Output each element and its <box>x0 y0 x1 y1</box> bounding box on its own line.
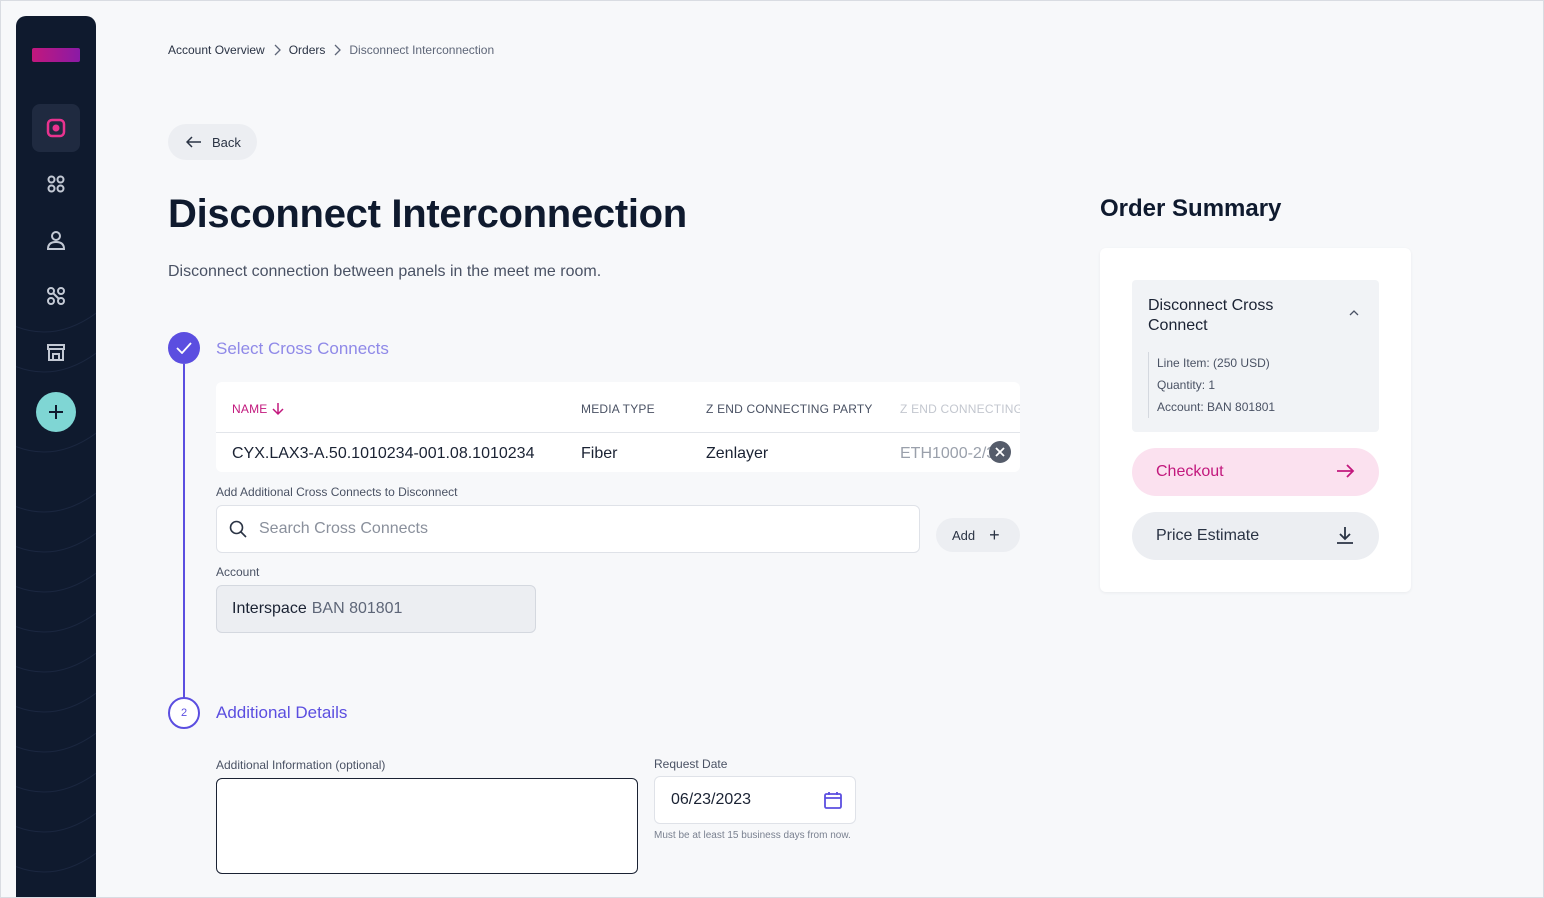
cell-z-party: Zenlayer <box>706 445 769 462</box>
checkout-button[interactable]: Checkout <box>1132 448 1379 496</box>
store-icon <box>47 344 65 361</box>
price-estimate-label: Price Estimate <box>1156 527 1260 544</box>
step-2-label[interactable]: Additional Details <box>216 703 347 723</box>
plus-icon: + <box>989 525 1000 545</box>
arrow-left-icon <box>186 136 201 148</box>
breadcrumb-orders[interactable]: Orders <box>289 43 326 57</box>
chevron-right-icon <box>273 44 281 56</box>
page-title: Disconnect Interconnection <box>168 192 687 236</box>
request-date-field[interactable]: 06/23/2023 <box>654 776 856 824</box>
network-icon <box>47 287 65 305</box>
order-summary-card: Disconnect Cross Connect Line Item: (250… <box>1100 248 1411 592</box>
account-name: Interspace <box>232 600 307 617</box>
cell-name: CYX.LAX3-A.50.1010234-001.08.1010234 <box>232 445 535 462</box>
company-logo[interactable] <box>32 48 80 62</box>
arrow-right-icon <box>1337 464 1355 478</box>
calendar-icon[interactable] <box>823 790 843 810</box>
sidebar-item-users[interactable] <box>32 216 80 264</box>
column-header-z-port[interactable]: Z END CONNECTING <box>900 402 1020 416</box>
stepper-line <box>183 364 185 698</box>
add-button[interactable]: Add + <box>936 518 1020 552</box>
sidebar-item-network[interactable] <box>32 272 80 320</box>
breadcrumb-current: Disconnect Interconnection <box>349 43 495 57</box>
user-icon <box>46 231 66 250</box>
additional-info-textarea[interactable] <box>216 778 638 874</box>
remove-row-icon[interactable] <box>989 441 1011 463</box>
download-icon <box>1337 527 1353 544</box>
additional-info-label: Additional Information (optional) <box>216 758 386 772</box>
check-icon <box>176 342 192 354</box>
add-button-label: Add <box>952 527 976 543</box>
chevron-up-icon[interactable] <box>1349 310 1359 316</box>
request-date-label: Request Date <box>654 757 728 771</box>
column-header-name[interactable]: NAME <box>232 402 285 416</box>
cell-media-type: Fiber <box>581 445 618 462</box>
checkout-label: Checkout <box>1156 463 1224 480</box>
table-header: NAME MEDIA TYPE Z END CONNECTING PARTY Z… <box>216 382 1020 433</box>
summary-line-item: Disconnect Cross Connect Line Item: (250… <box>1132 280 1379 432</box>
orders-icon <box>46 118 66 138</box>
price-estimate-button[interactable]: Price Estimate <box>1132 512 1379 560</box>
breadcrumb: Account Overview Orders Disconnect Inter… <box>168 43 494 57</box>
column-header-z-party[interactable]: Z END CONNECTING PARTY <box>706 402 873 416</box>
order-summary-title: Order Summary <box>1100 195 1282 222</box>
account-field: Interspace BAN 801801 <box>216 585 536 633</box>
account-row: Account: BAN 801801 <box>1157 400 1276 414</box>
summary-item-details: Line Item: (250 USD) Quantity: 1 Account… <box>1148 352 1275 418</box>
search-cross-connects-input[interactable] <box>259 520 859 538</box>
column-header-media-type[interactable]: MEDIA TYPE <box>581 402 655 416</box>
sidebar-item-store[interactable] <box>32 328 80 376</box>
search-cross-connects-field[interactable] <box>216 505 920 553</box>
add-cross-connects-label: Add Additional Cross Connects to Disconn… <box>216 485 458 499</box>
quantity-row: Quantity: 1 <box>1157 378 1216 392</box>
step-1-label[interactable]: Select Cross Connects <box>216 339 389 359</box>
account-label: Account <box>216 565 260 579</box>
cell-z-port: ETH1000-2/3 <box>900 445 996 462</box>
back-button[interactable]: Back <box>168 124 257 160</box>
add-icon <box>49 405 63 419</box>
request-date-hint: Must be at least 15 business days from n… <box>654 830 851 841</box>
page-subtitle: Disconnect connection between panels in … <box>168 263 602 280</box>
summary-item-title: Disconnect Cross Connect <box>1148 297 1274 334</box>
search-icon <box>229 520 247 538</box>
line-item-row: Line Item: (250 USD) <box>1157 356 1270 370</box>
sidebar <box>16 16 96 898</box>
cross-connects-table: NAME MEDIA TYPE Z END CONNECTING PARTY Z… <box>216 382 1020 472</box>
step-1-indicator <box>168 332 200 364</box>
breadcrumb-account-overview[interactable]: Account Overview <box>168 43 265 57</box>
sidebar-add-button[interactable] <box>36 392 76 432</box>
apps-icon <box>47 175 65 193</box>
sidebar-item-apps[interactable] <box>32 160 80 208</box>
sidebar-item-orders[interactable] <box>32 104 80 152</box>
request-date-value: 06/23/2023 <box>671 791 752 808</box>
step-2-indicator: 2 <box>168 697 200 729</box>
chevron-right-icon <box>333 44 342 56</box>
account-ban: BAN 801801 <box>311 600 403 617</box>
back-button-label: Back <box>212 134 241 150</box>
sort-down-icon <box>272 403 285 416</box>
